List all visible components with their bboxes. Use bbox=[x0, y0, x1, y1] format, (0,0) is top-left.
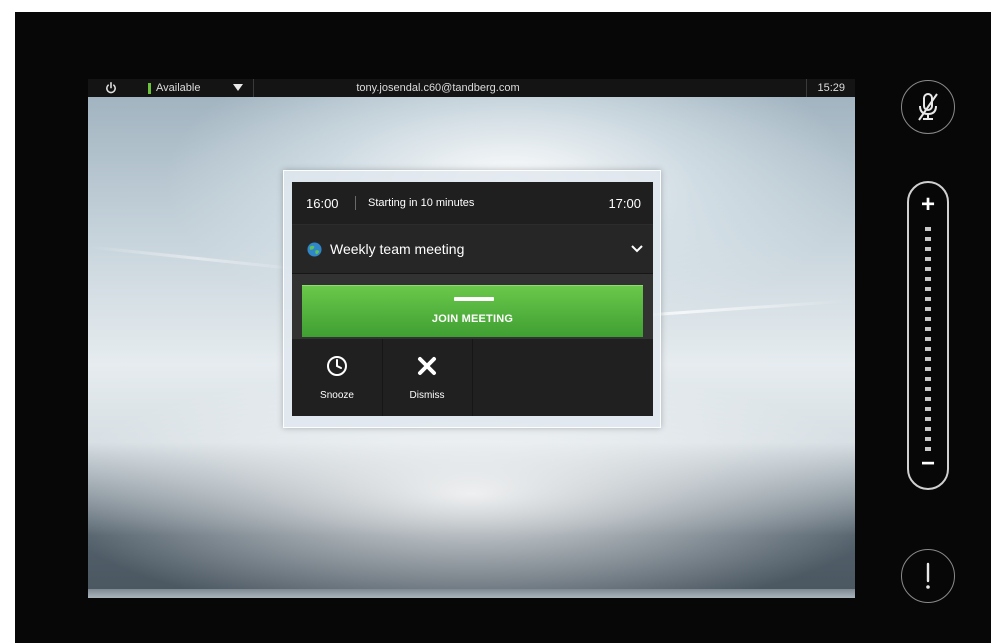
volume-tick bbox=[925, 287, 931, 291]
meeting-title: Weekly team meeting bbox=[330, 241, 465, 257]
close-icon bbox=[418, 357, 436, 375]
volume-tick bbox=[925, 417, 931, 421]
exclamation-icon bbox=[926, 562, 930, 589]
volume-tick bbox=[925, 257, 931, 261]
background-streak bbox=[88, 245, 308, 272]
screen-bottom-strip bbox=[88, 589, 855, 598]
volume-tick bbox=[925, 337, 931, 341]
join-meeting-button[interactable]: JOIN MEETING bbox=[302, 285, 643, 337]
alert-button[interactable] bbox=[901, 549, 955, 603]
status-bar: Available tony.josendal.c60@tandberg.com… bbox=[88, 79, 855, 97]
volume-down-button[interactable]: − bbox=[909, 452, 947, 476]
snooze-label: Snooze bbox=[320, 390, 354, 401]
clock-icon bbox=[327, 356, 347, 376]
caret-down-icon bbox=[233, 84, 243, 91]
meeting-start-time: 16:00 bbox=[306, 196, 339, 211]
touch-screen: Available tony.josendal.c60@tandberg.com… bbox=[88, 79, 855, 598]
user-uri: tony.josendal.c60@tandberg.com bbox=[356, 82, 520, 94]
volume-tick bbox=[925, 317, 931, 321]
header-separator bbox=[355, 196, 356, 210]
dismiss-button[interactable]: Dismiss bbox=[382, 339, 473, 416]
volume-up-button[interactable]: + bbox=[909, 193, 947, 217]
volume-tick bbox=[925, 277, 931, 281]
volume-tick bbox=[925, 367, 931, 371]
meeting-title-row[interactable]: Weekly team meeting bbox=[292, 225, 653, 274]
meeting-end-time: 17:00 bbox=[608, 196, 641, 211]
microphone-muted-icon bbox=[918, 93, 938, 121]
status-divider bbox=[253, 79, 254, 97]
meeting-status: Starting in 10 minutes bbox=[368, 197, 475, 209]
clock-divider bbox=[806, 79, 807, 97]
availability-label[interactable]: Available bbox=[156, 79, 200, 97]
volume-tick bbox=[925, 357, 931, 361]
clock: 15:29 bbox=[817, 82, 845, 94]
chevron-down-icon[interactable] bbox=[631, 244, 643, 254]
join-area: JOIN MEETING bbox=[292, 274, 653, 339]
power-button[interactable] bbox=[102, 79, 120, 97]
meeting-actions: Snooze Dismiss bbox=[292, 339, 653, 416]
volume-tick bbox=[925, 327, 931, 331]
volume-tick bbox=[925, 227, 931, 231]
meeting-dialog-frame: 16:00 Starting in 10 minutes 17:00 Weekl… bbox=[283, 170, 661, 428]
volume-tick bbox=[925, 427, 931, 431]
join-button-indicator bbox=[454, 297, 494, 301]
join-meeting-label: JOIN MEETING bbox=[431, 313, 514, 325]
volume-level-track[interactable] bbox=[925, 227, 931, 457]
volume-tick bbox=[925, 407, 931, 411]
volume-tick bbox=[925, 237, 931, 241]
snooze-button[interactable]: Snooze bbox=[292, 339, 383, 416]
volume-tick bbox=[925, 437, 931, 441]
globe-icon bbox=[307, 242, 322, 257]
volume-tick bbox=[925, 377, 931, 381]
volume-tick bbox=[925, 297, 931, 301]
dismiss-label: Dismiss bbox=[409, 390, 445, 401]
volume-tick bbox=[925, 247, 931, 251]
power-icon bbox=[106, 82, 116, 94]
volume-control[interactable]: + − bbox=[907, 181, 949, 490]
meeting-reminder-dialog: 16:00 Starting in 10 minutes 17:00 Weekl… bbox=[292, 182, 653, 416]
volume-tick bbox=[925, 387, 931, 391]
meeting-header: 16:00 Starting in 10 minutes 17:00 bbox=[292, 182, 653, 225]
volume-tick bbox=[925, 347, 931, 351]
volume-tick bbox=[925, 307, 931, 311]
volume-tick bbox=[925, 267, 931, 271]
availability-dropdown[interactable] bbox=[233, 79, 247, 97]
volume-tick bbox=[925, 397, 931, 401]
availability-indicator bbox=[148, 83, 151, 94]
mic-mute-button[interactable] bbox=[901, 80, 955, 134]
